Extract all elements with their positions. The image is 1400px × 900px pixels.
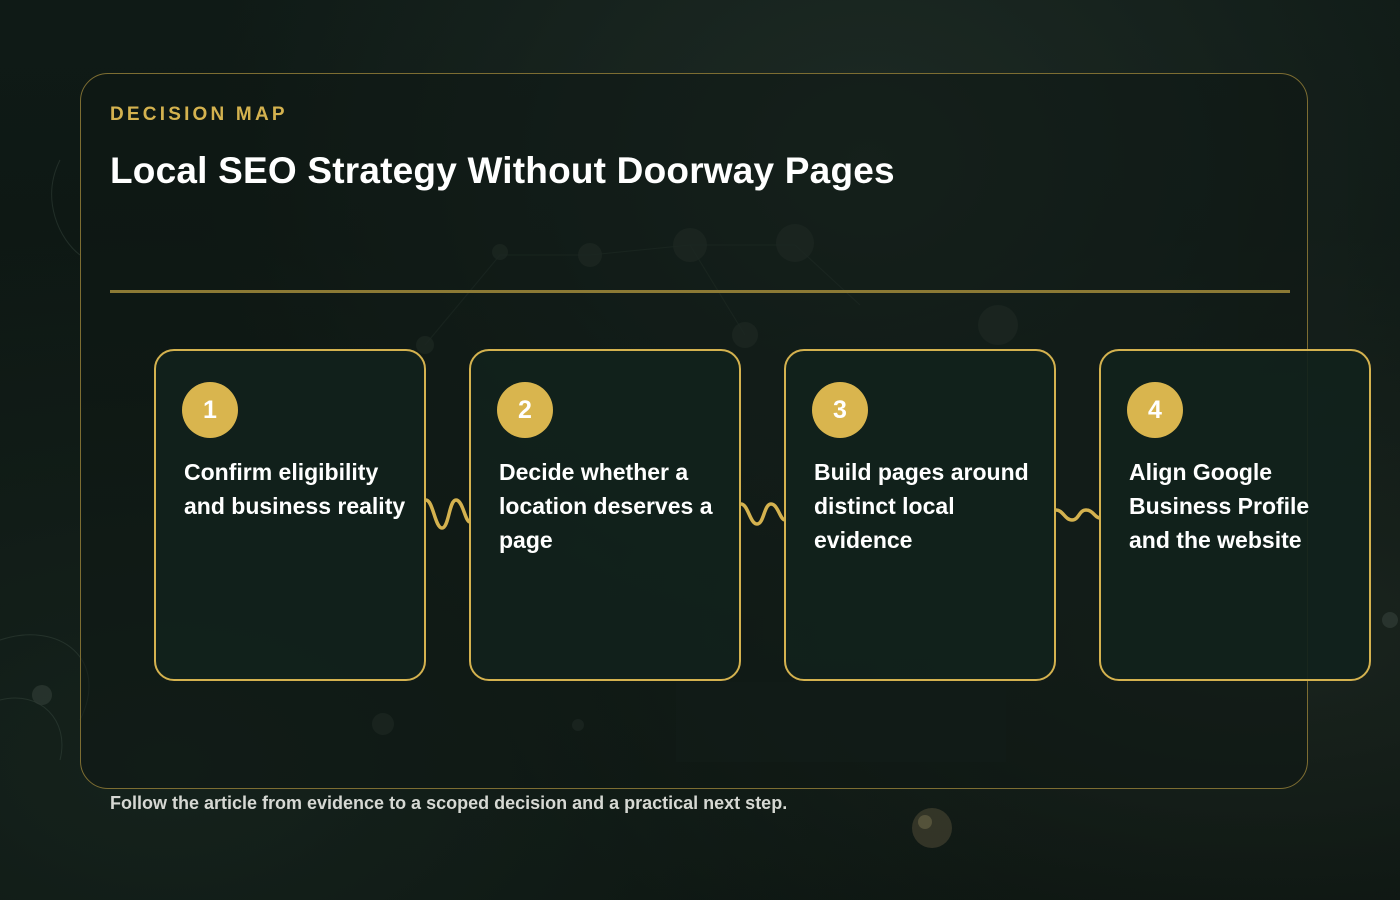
step-number-badge: 2	[497, 382, 553, 438]
step-card-4: 4 Align Google Business Profile and the …	[1099, 349, 1371, 681]
step-card-1: 1 Confirm eligibility and business reali…	[154, 349, 426, 681]
step-label: Confirm eligibility and business reality	[184, 459, 406, 519]
footer-caption: Follow the article from evidence to a sc…	[110, 793, 788, 813]
step-number-badge: 3	[812, 382, 868, 438]
step-number-badge: 1	[182, 382, 238, 438]
step-card-3: 3 Build pages around distinct local evid…	[784, 349, 1056, 681]
wave-connector-3	[1055, 508, 1101, 522]
step-number-badge: 4	[1127, 382, 1183, 438]
step-label: Align Google Business Profile and the we…	[1129, 459, 1310, 553]
step-card-2: 2 Decide whether a location deserves a p…	[469, 349, 741, 681]
page-title: Local SEO Strategy Without Doorway Pages	[110, 150, 895, 191]
header-divider	[110, 290, 1290, 293]
wave-connector-1	[425, 498, 471, 530]
step-label: Decide whether a location deserves a pag…	[499, 459, 713, 553]
wave-connector-2	[740, 502, 786, 526]
eyebrow-label: DECISION MAP	[110, 104, 288, 125]
step-label: Build pages around distinct local eviden…	[814, 459, 1029, 553]
